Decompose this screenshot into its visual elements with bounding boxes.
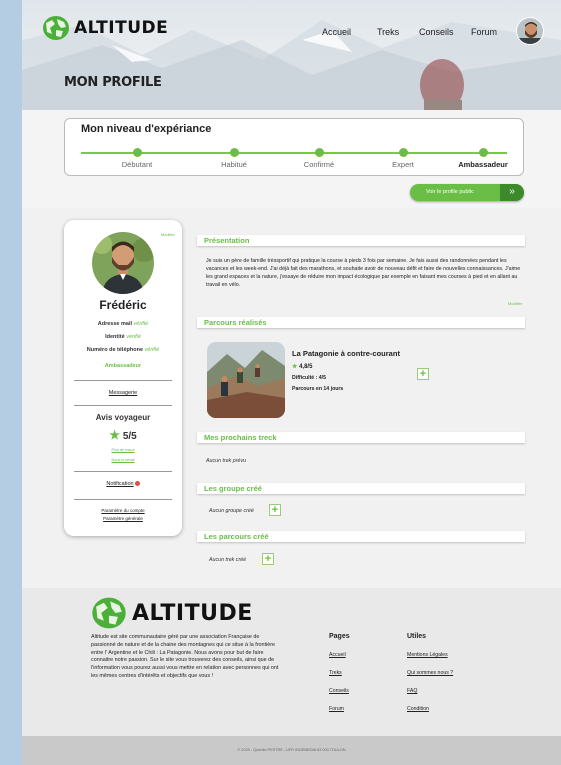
level-dot-expert <box>399 148 408 157</box>
footer-link-qui-sommes-nous[interactable]: Qui sommes nous ? <box>407 670 453 676</box>
see-details-link[interactable]: Nous le détail <box>64 458 182 462</box>
profile-photo <box>92 232 154 294</box>
footer-brand-name: ALTITUDE <box>132 600 253 626</box>
presentation-title: Présentation <box>204 236 250 245</box>
level-dot-confirme <box>315 148 324 157</box>
footer-link-forum[interactable]: Forum <box>329 706 344 712</box>
profile-edit-link[interactable]: Modifier <box>161 232 175 237</box>
email-verification: Adresse mail vérifié <box>97 321 149 327</box>
level-dot-ambassadeur <box>479 148 488 157</box>
level-dot-debutant <box>133 148 142 157</box>
footer-logo[interactable]: ALTITUDE <box>91 596 253 630</box>
double-chevron-right-icon: » <box>500 184 524 201</box>
profile-card: Modifier Frédéric Adresse mail vérifié I… <box>64 220 182 536</box>
parcours-title: Parcours réalisés <box>204 318 267 327</box>
user-avatar[interactable] <box>516 17 544 45</box>
star-icon: ★ <box>292 364 298 370</box>
page-title: MON PROFILE <box>64 75 162 90</box>
page: ALTITUDE Accueil Treks Conseils Forum MO… <box>22 0 561 765</box>
divider <box>74 471 172 472</box>
brand-name: ALTITUDE <box>74 18 169 38</box>
nav-item-forum[interactable]: Forum <box>471 27 497 37</box>
add-created-parcours-button[interactable]: + <box>262 553 274 565</box>
general-settings-link[interactable]: Paramètre générale <box>64 516 182 521</box>
messaging-link[interactable]: Messagerie <box>64 390 182 396</box>
identity-verification: Identité vérifié <box>105 334 141 340</box>
trek-title[interactable]: La Patagonie à contre-courant <box>292 349 400 358</box>
level-track <box>81 152 507 154</box>
nav-item-conseils[interactable]: Conseils <box>419 27 454 37</box>
hero-banner: ALTITUDE Accueil Treks Conseils Forum MO… <box>22 0 561 208</box>
presentation-text: Je suis un père de famille trèssportif q… <box>206 258 521 288</box>
view-public-profile-label: Voir le profile public <box>426 189 474 195</box>
divider <box>74 405 172 406</box>
footer-link-condition[interactable]: Condition <box>407 706 429 712</box>
trek-difficulty: Difficulté : 4/5 <box>292 375 327 381</box>
level-label-confirme: Confirmé <box>303 160 335 169</box>
trek-duration: Parcours en 14 jours <box>292 386 344 392</box>
groups-title: Les groupe créé <box>204 484 262 493</box>
rating-value: 5/5 <box>122 431 137 442</box>
phone-verification: Numéro de téléphone vérifié <box>86 347 160 353</box>
see-more-reviews-link[interactable]: Plus de maux <box>64 448 182 452</box>
presentation-edit-link[interactable]: Modifier <box>508 301 522 306</box>
notifications-link[interactable]: Notification <box>64 481 182 487</box>
created-parcours-empty: Aucun trek créé <box>209 557 247 563</box>
add-parcours-button[interactable]: + <box>417 368 429 380</box>
level-label-habitue: Habitué <box>221 160 247 169</box>
footer-link-faq[interactable]: FAQ <box>407 688 417 694</box>
level-label-ambassadeur: Ambassadeur <box>458 160 508 169</box>
trek-rating: ★ 4,8/5 <box>292 364 313 370</box>
add-group-button[interactable]: + <box>269 504 281 516</box>
logo[interactable]: ALTITUDE <box>42 15 168 41</box>
view-public-profile-button[interactable]: Voir le profile public » <box>410 184 524 201</box>
experience-level-card: Mon niveau d'expériance Débutant Habitué… <box>64 118 524 176</box>
profile-rank: Ambassadeur <box>104 363 142 369</box>
rating-display: ★ 5/5 <box>64 428 182 442</box>
level-dot-habitue <box>230 148 239 157</box>
footer-utils-title: Utiles <box>407 633 427 640</box>
next-treks-empty: Aucun trek prévu <box>206 458 247 464</box>
created-parcours-title: Les parcours créé <box>204 532 269 541</box>
profile-name: Frédéric <box>99 298 147 312</box>
next-treks-title: Mes prochains treck <box>204 433 277 442</box>
copyright-text: © 2020 - Quentin PESTRE - UFR INGEMEDIA … <box>237 748 346 752</box>
level-label-expert: Expert <box>392 160 414 169</box>
notification-badge-icon <box>134 481 140 486</box>
footer-link-mentions-legales[interactable]: Mentions Légales <box>407 652 448 658</box>
divider <box>74 380 172 381</box>
groups-empty: Aucun groupe créé <box>209 508 254 514</box>
copyright-bar: © 2020 - Quentin PESTRE - UFR INGEMEDIA … <box>22 736 561 765</box>
star-icon: ★ <box>109 428 121 442</box>
presentation-header: Présentation <box>197 235 525 246</box>
footer-description: Altitude est site communautaire géré par… <box>91 634 279 680</box>
footer-link-accueil[interactable]: Accueil <box>329 652 346 658</box>
footer-pages-title: Pages <box>329 633 350 640</box>
globe-logo-icon <box>92 597 126 629</box>
nav-item-treks[interactable]: Treks <box>377 27 399 37</box>
footer-link-treks[interactable]: Treks <box>329 670 342 676</box>
groups-header: Les groupe créé <box>197 483 525 494</box>
created-parcours-header: Les parcours créé <box>197 531 525 542</box>
parcours-header: Parcours réalisés <box>197 317 525 328</box>
next-treks-header: Mes prochains treck <box>197 432 525 443</box>
divider <box>74 499 172 500</box>
footer-link-conseils[interactable]: Conseils <box>329 688 349 694</box>
level-label-debutant: Débutant <box>121 160 153 169</box>
trek-photo[interactable] <box>207 342 285 418</box>
nav-item-accueil[interactable]: Accueil <box>322 27 351 37</box>
globe-logo-icon <box>43 16 69 40</box>
account-settings-link[interactable]: Paramètre du compte <box>64 508 182 513</box>
level-title: Mon niveau d'expériance <box>81 123 212 135</box>
reviews-title: Avis voyageur <box>95 413 151 422</box>
